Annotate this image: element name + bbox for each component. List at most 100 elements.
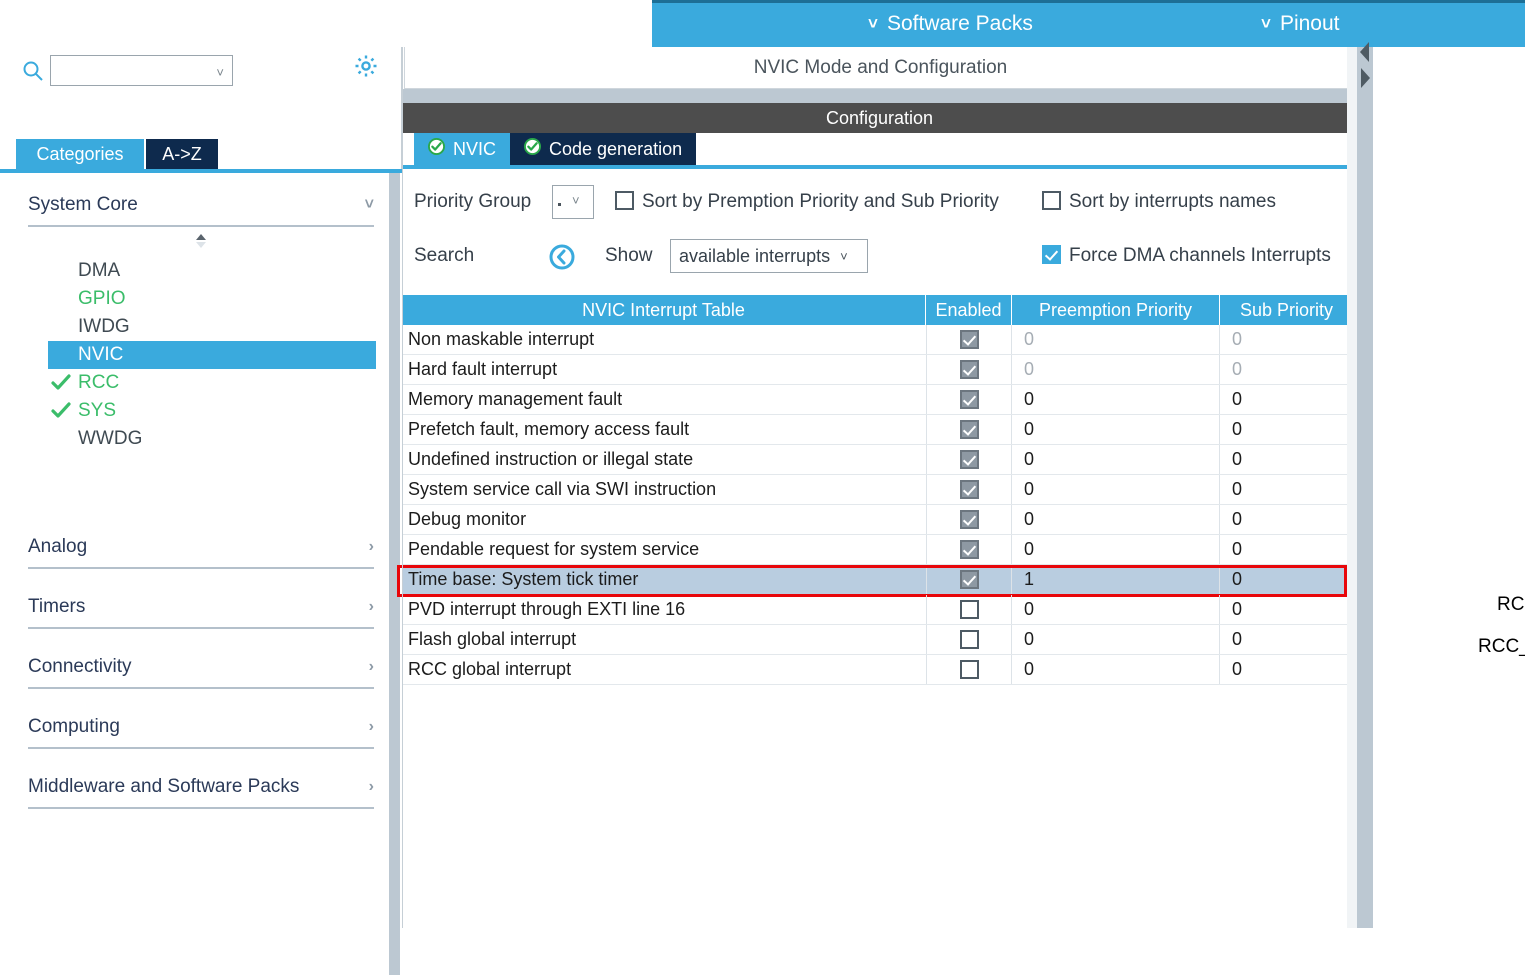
- row-preemption[interactable]: 0: [1012, 385, 1220, 414]
- row-enabled-checkbox[interactable]: [959, 510, 979, 529]
- row-enabled-cell[interactable]: [926, 565, 1012, 594]
- row-enabled-cell[interactable]: [926, 655, 1012, 684]
- force-dma-checkbox[interactable]: [1042, 245, 1061, 264]
- search-input[interactable]: ˅: [50, 55, 233, 86]
- table-row[interactable]: System service call via SWI instruction …: [402, 475, 1357, 505]
- row-enabled-checkbox[interactable]: [959, 420, 979, 439]
- menu-pinout[interactable]: ˅ Pinout: [1261, 9, 1339, 39]
- sidebar-group-computing[interactable]: Computing ›: [28, 707, 374, 749]
- sidebar-group-system-core[interactable]: System Core ˅: [28, 185, 374, 227]
- row-sub-priority[interactable]: 0: [1220, 355, 1353, 384]
- table-row[interactable]: Flash global interrupt 0 0: [402, 625, 1357, 655]
- menu-software-packs[interactable]: ˅ Software Packs: [868, 9, 1033, 39]
- row-enabled-cell[interactable]: [926, 325, 1012, 354]
- table-row[interactable]: Memory management fault 0 0: [402, 385, 1357, 415]
- row-sub-priority[interactable]: 0: [1220, 325, 1353, 354]
- row-enabled-checkbox[interactable]: [959, 480, 979, 499]
- sidebar-group-system-core-label: System Core: [28, 194, 138, 215]
- row-preemption[interactable]: 0: [1012, 355, 1220, 384]
- config-tabstrip: NVIC Code generation: [402, 133, 1357, 165]
- table-row[interactable]: RCC global interrupt 0 0: [402, 655, 1357, 685]
- row-enabled-checkbox[interactable]: [959, 630, 979, 649]
- splitter-collapse-handles[interactable]: [1357, 38, 1373, 98]
- row-enabled-cell[interactable]: [926, 475, 1012, 504]
- row-sub-priority[interactable]: 0: [1220, 625, 1353, 654]
- row-enabled-checkbox[interactable]: [959, 570, 979, 589]
- sidebar-tab-a-to-z[interactable]: A->Z: [146, 139, 218, 169]
- panel-splitter[interactable]: [1357, 47, 1373, 928]
- row-preemption[interactable]: 0: [1012, 535, 1220, 564]
- row-enabled-cell[interactable]: [926, 625, 1012, 654]
- sidebar-group-timers[interactable]: Timers ›: [28, 587, 374, 629]
- row-enabled-checkbox[interactable]: [959, 600, 979, 619]
- priority-group-select[interactable]: ˅: [552, 185, 594, 219]
- sort-premption-checkbox[interactable]: [615, 191, 634, 210]
- row-preemption[interactable]: 0: [1012, 445, 1220, 474]
- show-select[interactable]: available interrupts ˅: [670, 239, 868, 273]
- row-preemption[interactable]: 0: [1012, 655, 1220, 684]
- row-enabled-checkbox[interactable]: [959, 360, 979, 379]
- row-enabled-checkbox[interactable]: [959, 390, 979, 409]
- sidebar-item-rcc[interactable]: RCC: [50, 369, 376, 397]
- row-enabled-cell[interactable]: [926, 535, 1012, 564]
- gear-icon[interactable]: [353, 53, 379, 79]
- row-preemption[interactable]: 0: [1012, 505, 1220, 534]
- row-sub-priority[interactable]: 0: [1220, 475, 1353, 504]
- table-header-preemption[interactable]: Preemption Priority: [1012, 295, 1220, 325]
- sidebar-item-wwdg[interactable]: WWDG: [50, 425, 376, 453]
- row-sub-priority[interactable]: 0: [1220, 385, 1353, 414]
- table-row[interactable]: Debug monitor 0 0: [402, 505, 1357, 535]
- table-row[interactable]: Non maskable interrupt 0 0: [402, 325, 1357, 355]
- table-header-enabled[interactable]: Enabled: [926, 295, 1012, 325]
- row-preemption[interactable]: 0: [1012, 625, 1220, 654]
- main-panel-scrollbar[interactable]: [1347, 47, 1357, 928]
- row-sub-priority[interactable]: 0: [1220, 655, 1353, 684]
- sidebar-scroll-nub[interactable]: [0, 227, 402, 255]
- table-row[interactable]: Prefetch fault, memory access fault 0 0: [402, 415, 1357, 445]
- table-row[interactable]: Pendable request for system service 0 0: [402, 535, 1357, 565]
- row-preemption[interactable]: 0: [1012, 325, 1220, 354]
- table-row[interactable]: Hard fault interrupt 0 0: [402, 355, 1357, 385]
- row-preemption[interactable]: 0: [1012, 475, 1220, 504]
- tab-code-generation[interactable]: Code generation: [510, 133, 697, 165]
- table-row[interactable]: Undefined instruction or illegal state 0…: [402, 445, 1357, 475]
- table-header-sub[interactable]: Sub Priority: [1220, 295, 1353, 325]
- row-enabled-cell[interactable]: [926, 385, 1012, 414]
- row-preemption[interactable]: 1: [1012, 565, 1220, 594]
- row-sub-priority[interactable]: 0: [1220, 445, 1353, 474]
- row-sub-priority[interactable]: 0: [1220, 535, 1353, 564]
- table-header-name[interactable]: NVIC Interrupt Table: [402, 295, 926, 325]
- row-sub-priority[interactable]: 0: [1220, 415, 1353, 444]
- sidebar-scrollbar[interactable]: [389, 173, 400, 975]
- row-sub-priority[interactable]: 0: [1220, 595, 1353, 624]
- row-sub-priority[interactable]: 0: [1220, 505, 1353, 534]
- sidebar-item-gpio[interactable]: GPIO: [50, 285, 376, 313]
- table-row-selected-systick[interactable]: Time base: System tick timer 1 0: [397, 565, 1357, 597]
- sidebar-item-sys[interactable]: SYS: [50, 397, 376, 425]
- sidebar-item-dma[interactable]: DMA: [50, 257, 376, 285]
- sidebar-tab-categories[interactable]: Categories: [16, 139, 144, 169]
- row-enabled-checkbox[interactable]: [959, 450, 979, 469]
- sidebar-scrollbar-thumb[interactable]: [389, 173, 400, 975]
- table-row[interactable]: PVD interrupt through EXTI line 16 0 0: [402, 595, 1357, 625]
- row-enabled-checkbox[interactable]: [959, 540, 979, 559]
- sidebar-group-middleware[interactable]: Middleware and Software Packs ›: [28, 767, 374, 809]
- sort-interrupt-names-checkbox[interactable]: [1042, 191, 1061, 210]
- row-enabled-cell[interactable]: [926, 415, 1012, 444]
- row-sub-priority[interactable]: 0: [1220, 565, 1353, 594]
- row-enabled-cell[interactable]: [926, 445, 1012, 474]
- search-circle-icon[interactable]: [548, 243, 576, 271]
- sidebar-group-analog[interactable]: Analog ›: [28, 527, 374, 569]
- row-enabled-cell[interactable]: [926, 355, 1012, 384]
- row-enabled-checkbox[interactable]: [959, 330, 979, 349]
- row-preemption[interactable]: 0: [1012, 595, 1220, 624]
- row-enabled-cell[interactable]: [926, 505, 1012, 534]
- row-enabled-cell[interactable]: [926, 595, 1012, 624]
- sidebar-item-nvic[interactable]: NVIC: [48, 341, 376, 369]
- search-icon[interactable]: [22, 60, 44, 82]
- row-enabled-checkbox[interactable]: [959, 660, 979, 679]
- row-preemption[interactable]: 0: [1012, 415, 1220, 444]
- tab-nvic[interactable]: NVIC: [414, 133, 511, 165]
- sidebar-group-connectivity[interactable]: Connectivity ›: [28, 647, 374, 689]
- sidebar-item-iwdg[interactable]: IWDG: [50, 313, 376, 341]
